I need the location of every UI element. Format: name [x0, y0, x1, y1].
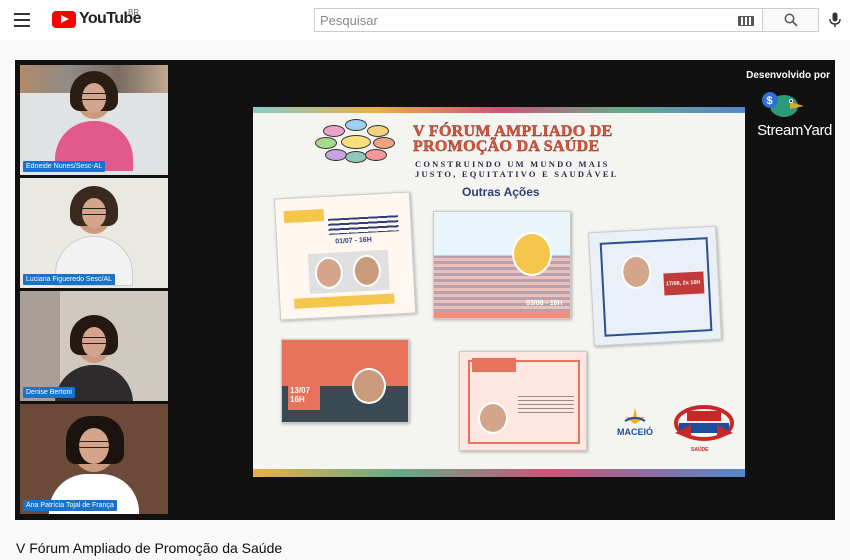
search-box [314, 8, 763, 32]
participant-name-tag: Ana Patrícia Tojal de França [23, 500, 117, 511]
event-card: 01/07 - 16H [273, 191, 417, 321]
participant-tile: Edneide Nunes/Sesc-AL [20, 65, 168, 175]
streamyard-bird-icon: $ [762, 92, 804, 117]
svg-text:$: $ [767, 95, 773, 107]
search-button[interactable] [763, 8, 819, 32]
participant-name-tag: Luciana Figueredo Sesc/AL [23, 274, 115, 285]
hamburger-menu-icon[interactable] [14, 10, 36, 30]
decorative-border [253, 469, 745, 477]
maceio-logo-icon [624, 408, 646, 424]
slide-subtitle: CONSTRUINDO UM MUNDO MAIS [415, 159, 610, 169]
participant-tile: Denise Bertoni [20, 291, 168, 401]
event-card: 13/07 16H [281, 339, 409, 423]
video-title: V Fórum Ampliado de Promoção da Saúde [16, 540, 283, 556]
search-icon [784, 13, 798, 27]
search-input[interactable] [320, 12, 720, 28]
decorative-border [253, 107, 745, 113]
video-player[interactable]: Edneide Nunes/Sesc-AL Luciana Figueredo … [15, 60, 835, 520]
sesc-logo-text: SAÚDE [691, 447, 709, 453]
participant-video [55, 71, 133, 171]
participant-tile: Ana Patrícia Tojal de França [20, 404, 168, 514]
participant-tile: Luciana Figueredo Sesc/AL [20, 178, 168, 288]
event-card: 03/08 - 16H [433, 211, 571, 319]
event-card: 17/08, 2x 16H [588, 225, 722, 347]
participant-video [55, 186, 133, 286]
masthead: YouTube BR [0, 0, 850, 40]
slide-title: PROMOÇÃO DA SAÚDE [413, 138, 600, 155]
sesc-saude-logo-icon [674, 405, 734, 441]
maceio-logo-text: MACEIÓ [617, 427, 653, 437]
voice-search-button[interactable] [824, 9, 846, 31]
event-card [459, 351, 587, 451]
event-date: 13/07 16H [290, 386, 311, 404]
streamyard-watermark: Desenvolvido por $ StreamYard [730, 70, 832, 139]
event-date: 01/07 - 16H [335, 236, 372, 246]
streamyard-brand: StreamYard [757, 122, 832, 139]
keyboard-icon[interactable] [738, 16, 754, 26]
youtube-play-icon [52, 10, 76, 28]
participant-name-tag: Denise Bertoni [23, 387, 75, 398]
forum-logo-icon [315, 119, 401, 163]
maceio-logo: MACEIÓ [609, 407, 661, 437]
participant-name-tag: Edneide Nunes/Sesc-AL [23, 161, 106, 172]
developed-by-label: Desenvolvido por [746, 70, 830, 81]
event-date: 03/08 - 16H [526, 300, 563, 307]
shared-slide: V FÓRUM AMPLIADO DE PROMOÇÃO DA SAÚDE CO… [253, 107, 745, 477]
slide-subtitle: JUSTO, EQUITATIVO E SAUDÁVEL [415, 169, 619, 179]
slide-section-heading: Outras Ações [462, 185, 540, 199]
region-code: BR [128, 8, 140, 17]
microphone-icon [829, 12, 841, 27]
